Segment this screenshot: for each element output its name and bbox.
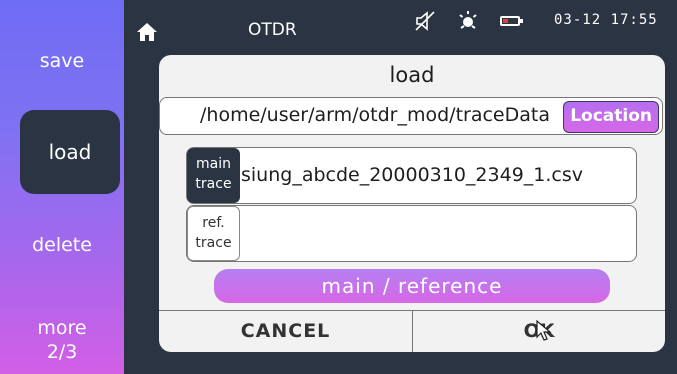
- location-button[interactable]: Location: [563, 101, 659, 133]
- main-trace-filename: siung_abcde_20000310_2349_1.csv: [241, 164, 583, 186]
- path-field[interactable]: /home/user/arm/otdr_mod/traceData Locati…: [159, 97, 663, 135]
- path-text: /home/user/arm/otdr_mod/traceData: [200, 104, 550, 126]
- ref-trace-tag-line1: ref.: [202, 215, 225, 231]
- main-trace-tag-line2: trace: [195, 176, 232, 192]
- dialog-title: load: [389, 63, 435, 87]
- speaker-muted-icon: [415, 11, 435, 31]
- cancel-button[interactable]: CANCEL: [159, 311, 412, 352]
- sidebar-item-more-label: more: [37, 317, 87, 339]
- load-dialog: load /home/user/arm/otdr_mod/traceData L…: [159, 55, 665, 352]
- home-icon[interactable]: [136, 22, 158, 42]
- clock: 03-12 17:55: [554, 12, 658, 28]
- main-reference-toggle-button[interactable]: main / reference: [214, 269, 610, 303]
- mouse-cursor-icon: [536, 319, 552, 341]
- main-trace-field[interactable]: main trace siung_abcde_20000310_2349_1.c…: [186, 147, 637, 204]
- battery-level: [503, 19, 508, 23]
- app-title: OTDR: [248, 20, 297, 40]
- sidebar-item-load[interactable]: load: [20, 110, 120, 194]
- battery-icon: [500, 16, 523, 26]
- sidebar: save load delete more 2/3: [0, 0, 124, 374]
- ref-trace-field[interactable]: ref. trace: [186, 205, 637, 262]
- sidebar-item-delete[interactable]: delete: [0, 234, 124, 256]
- sidebar-item-save[interactable]: save: [0, 50, 124, 72]
- ref-trace-tag[interactable]: ref. trace: [187, 206, 240, 261]
- sidebar-item-more[interactable]: more 2/3: [0, 316, 124, 364]
- status-bar: OTDR 03-12 17:55: [124, 0, 677, 50]
- main-trace-tag[interactable]: main trace: [187, 148, 240, 203]
- sidebar-item-more-page: 2/3: [46, 341, 78, 363]
- main-trace-tag-line1: main: [196, 156, 231, 172]
- brightness-icon: [459, 11, 477, 29]
- ref-trace-tag-line2: trace: [195, 235, 232, 251]
